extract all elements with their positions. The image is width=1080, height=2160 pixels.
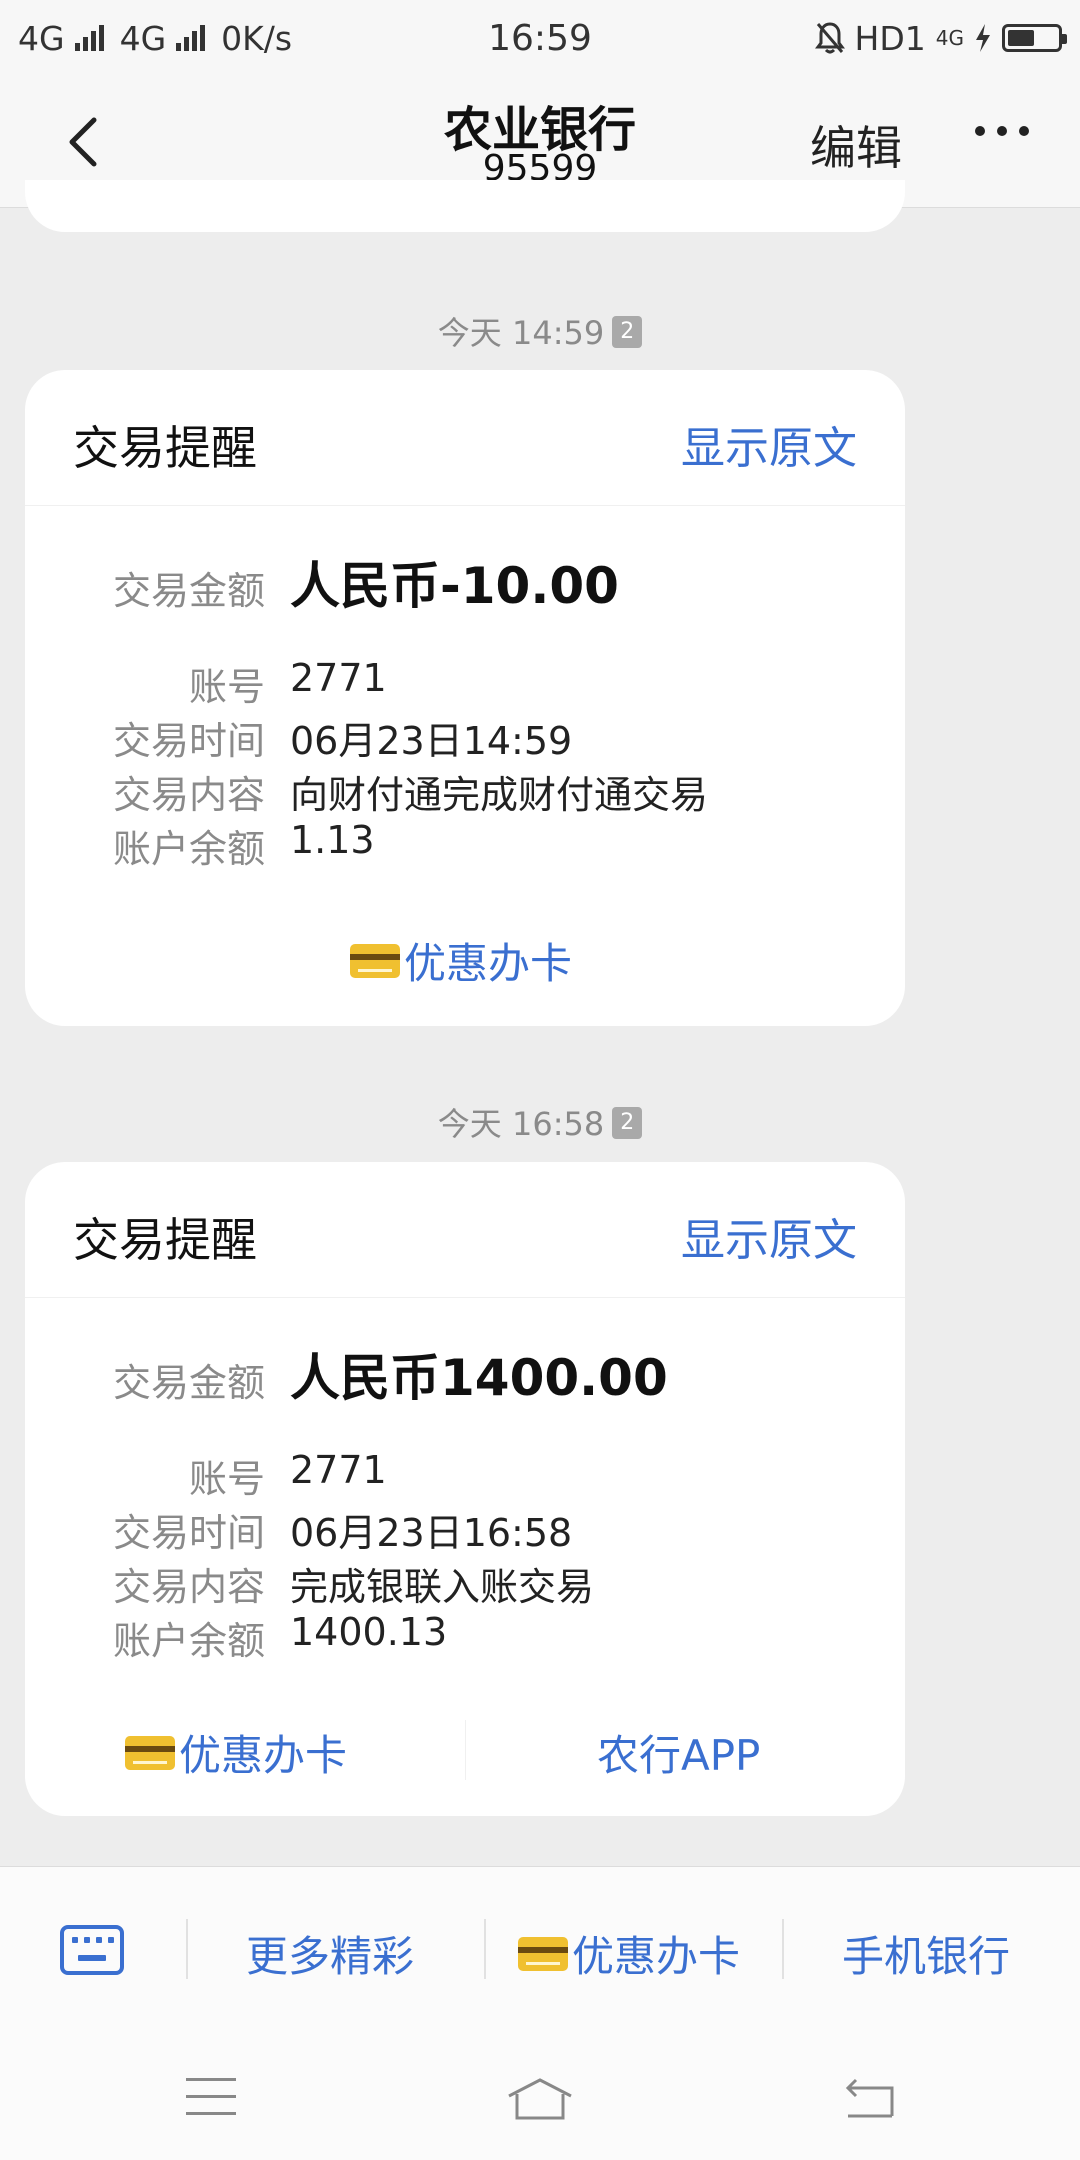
show-original-button[interactable]: 显示原文 <box>681 412 857 476</box>
previous-message-card <box>25 180 905 232</box>
sim-badge: 2 <box>612 316 643 348</box>
menu-card-offer-label: 优惠办卡 <box>572 1932 741 1981</box>
time-label: 交易时间 <box>112 1511 265 1555</box>
status-bar: 4G 4G 0K/s 16:59 HD1 4G <box>0 0 1080 76</box>
menu-divider <box>484 1919 486 1979</box>
menu-more-button[interactable]: 更多精彩 <box>246 1923 414 1984</box>
hd-indicator: HD1 <box>854 18 926 58</box>
timestamp-text: 今天 14:59 <box>437 314 605 352</box>
card-title: 交易提醒 <box>73 1213 257 1267</box>
amount-row: 交易金额 人民币-10.00 <box>25 546 905 616</box>
timestamp: 今天 16:58 2 <box>0 1099 1080 1145</box>
credit-card-icon <box>125 1735 175 1770</box>
footer-divider <box>465 1720 466 1780</box>
timestamp: 今天 14:59 2 <box>0 308 1080 354</box>
balance-label: 账户余额 <box>112 1619 265 1663</box>
timestamp-text: 今天 16:58 <box>437 1105 605 1143</box>
keyboard-icon[interactable] <box>60 1925 124 1975</box>
amount-label: 交易金额 <box>112 569 265 613</box>
back-nav-icon[interactable] <box>840 2076 896 2122</box>
signal-icon-2 <box>176 25 206 51</box>
balance-label: 账户余额 <box>112 827 265 871</box>
credit-card-icon <box>350 943 400 978</box>
card-title: 交易提醒 <box>73 421 257 475</box>
account-value: 2771 <box>290 1448 387 1492</box>
account-value: 2771 <box>290 656 387 700</box>
status-right: HD1 4G <box>814 18 1067 58</box>
abc-app-link[interactable]: 农行APP <box>597 1722 760 1783</box>
content-label: 交易内容 <box>112 1565 265 1609</box>
card-header: 交易提醒 显示原文 <box>25 370 905 506</box>
time-value: 06月23日16:58 <box>290 1511 573 1555</box>
card-offer-label: 优惠办卡 <box>404 939 573 988</box>
network-speed: 0K/s <box>221 18 293 58</box>
amount-value: 人民币-10.00 <box>290 557 619 615</box>
card-footer: 优惠办卡 <box>25 918 905 998</box>
show-original-button[interactable]: 显示原文 <box>681 1204 857 1268</box>
card-offer-link[interactable]: 优惠办卡 <box>125 1722 347 1783</box>
credit-card-icon <box>518 1936 568 1971</box>
amount-label: 交易金额 <box>112 1361 265 1405</box>
menu-icon[interactable] <box>186 2078 236 2118</box>
content-value: 向财付通完成财付通交易 <box>290 773 709 817</box>
balance-value: 1400.13 <box>290 1610 448 1654</box>
signal-icon-1 <box>74 25 104 51</box>
amount-value: 人民币1400.00 <box>290 1349 668 1407</box>
more-icon[interactable] <box>975 126 1029 136</box>
charging-icon <box>976 24 990 52</box>
amount-row: 交易金额 人民币1400.00 <box>25 1338 905 1408</box>
network-type-3: 4G <box>935 26 964 50</box>
card-offer-link[interactable]: 优惠办卡 <box>350 930 572 991</box>
content-value: 完成银联入账交易 <box>290 1565 595 1609</box>
bell-off-icon <box>814 22 845 54</box>
battery-icon <box>1002 24 1067 52</box>
card-footer: 优惠办卡 农行APP <box>25 1710 905 1790</box>
content-label: 交易内容 <box>112 773 265 817</box>
menu-divider <box>186 1919 188 1979</box>
status-left: 4G 4G 0K/s <box>18 19 292 58</box>
network-type-1: 4G <box>18 18 65 58</box>
bottom-menu-bar: 更多精彩 优惠办卡 手机银行 <box>0 1866 1080 2036</box>
sim-badge: 2 <box>612 1107 643 1139</box>
edit-button[interactable]: 编辑 <box>810 112 902 178</box>
menu-divider <box>782 1919 784 1979</box>
card-offer-label: 优惠办卡 <box>179 1731 348 1780</box>
system-nav-bar <box>0 2036 1080 2160</box>
balance-value: 1.13 <box>290 818 375 862</box>
message-card: 交易提醒 显示原文 交易金额 人民币-10.00 账号 2771 交易时间 06… <box>25 370 905 1026</box>
home-icon[interactable] <box>505 2076 575 2122</box>
account-label: 账号 <box>188 665 265 709</box>
card-header: 交易提醒 显示原文 <box>25 1162 905 1298</box>
time-label: 交易时间 <box>112 719 265 763</box>
menu-card-offer-button[interactable]: 优惠办卡 <box>518 1923 740 1984</box>
time-value: 06月23日14:59 <box>290 719 573 763</box>
menu-mobile-banking-button[interactable]: 手机银行 <box>842 1923 1010 1984</box>
network-type-2: 4G <box>119 18 167 58</box>
account-label: 账号 <box>188 1457 265 1501</box>
message-card: 交易提醒 显示原文 交易金额 人民币1400.00 账号 2771 交易时间 0… <box>25 1162 905 1816</box>
